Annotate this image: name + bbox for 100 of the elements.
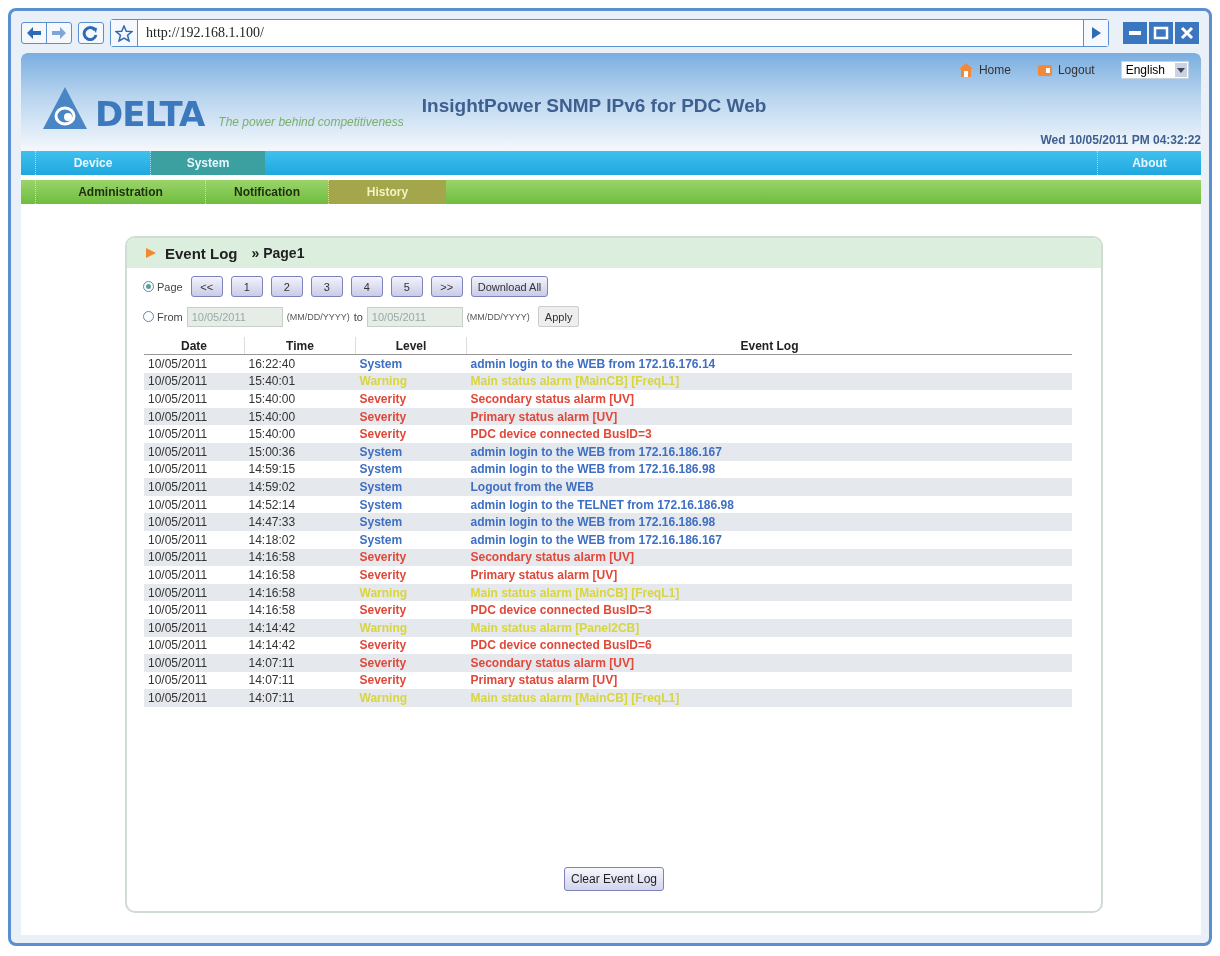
time-cell: 14:07:11: [244, 671, 356, 690]
date-cell: 10/05/2011: [144, 583, 245, 602]
breadcrumb: » Page1: [251, 245, 305, 261]
level-cell: System: [355, 354, 467, 373]
date-cell: 10/05/2011: [144, 566, 245, 584]
event-cell: Secondary status alarm [UV]: [466, 654, 1072, 672]
page-button[interactable]: 4: [350, 276, 383, 297]
date-cell: 10/05/2011: [144, 618, 245, 637]
level-cell: Severity: [355, 390, 467, 408]
star-icon: [115, 24, 133, 42]
event-cell: Secondary status alarm [UV]: [466, 390, 1072, 408]
time-cell: 14:16:58: [244, 548, 356, 567]
page-button[interactable]: 1: [230, 276, 263, 297]
event-cell: Main status alarm [Panel2CB]: [466, 618, 1072, 637]
maximize-button[interactable]: [1149, 22, 1173, 44]
page-button[interactable]: Download All: [470, 276, 549, 297]
time-cell: 14:07:11: [244, 689, 356, 707]
back-arrow-icon: [25, 25, 43, 41]
time-cell: 14:52:14: [244, 495, 356, 514]
date-cell: 10/05/2011: [144, 478, 245, 496]
to-label: to: [353, 310, 363, 323]
time-cell: 14:16:58: [244, 601, 356, 619]
date-cell: 10/05/2011: [144, 601, 245, 619]
subnav-tab[interactable]: Administration: [35, 180, 205, 204]
event-cell: admin login to the WEB from 172.16.186.167: [466, 442, 1072, 461]
format-hint: (MM/DD/YYYY): [466, 311, 530, 322]
date-cell: 10/05/2011: [144, 407, 245, 426]
event-cell: admin login to the WEB from 172.16.186.98: [466, 513, 1072, 531]
event-cell: Secondary status alarm [UV]: [466, 548, 1072, 567]
page-button[interactable]: 2: [270, 276, 303, 297]
address-bar[interactable]: http://192.168.1.100/: [110, 19, 1109, 47]
event-cell: Primary status alarm [UV]: [466, 671, 1072, 690]
header-link[interactable]: Logout: [1036, 62, 1111, 78]
level-cell: Severity: [355, 425, 467, 443]
column-header: Time: [244, 337, 356, 355]
date-cell: 10/05/2011: [144, 671, 245, 690]
event-cell: Main status alarm [MainCB] [FreqL1]: [466, 689, 1072, 707]
clear-event-log-button[interactable]: Clear Event Log: [563, 867, 665, 891]
play-icon: [1090, 26, 1102, 40]
close-icon: [1179, 25, 1195, 41]
event-cell: PDC device connected BusID=6: [466, 636, 1072, 655]
time-cell: 16:22:40: [244, 354, 356, 373]
url-text: http://192.168.1.100/: [145, 25, 265, 41]
level-cell: Warning: [355, 618, 467, 637]
close-button[interactable]: [1175, 22, 1199, 44]
maximize-icon: [1153, 25, 1169, 41]
time-cell: 15:40:00: [244, 407, 356, 426]
page-button[interactable]: 5: [390, 276, 423, 297]
column-header: Level: [355, 337, 467, 355]
level-cell: Warning: [355, 372, 467, 391]
event-cell: Logout from the WEB: [466, 478, 1072, 496]
level-cell: System: [355, 513, 467, 531]
language-select[interactable]: English: [1120, 61, 1189, 79]
date-cell: 10/05/2011: [144, 460, 245, 479]
event-cell: Primary status alarm [UV]: [466, 407, 1072, 426]
date-cell: 10/05/2011: [144, 513, 245, 531]
page-button[interactable]: >>: [430, 276, 463, 297]
time-cell: 15:00:36: [244, 442, 356, 461]
level-cell: Severity: [355, 566, 467, 584]
page-button[interactable]: 3: [310, 276, 343, 297]
house-icon: [957, 62, 974, 78]
time-cell: 15:40:00: [244, 390, 356, 408]
level-cell: System: [355, 460, 467, 479]
level-cell: System: [355, 530, 467, 549]
date-cell: 10/05/2011: [144, 442, 245, 461]
event-cell: admin login to the WEB from 172.16.186.98: [466, 460, 1072, 479]
tagline: The power behind competitiveness: [218, 115, 404, 129]
event-cell: Main status alarm [MainCB] [FreqL1]: [466, 583, 1072, 602]
reload-icon: [82, 25, 100, 41]
header-link[interactable]: Home: [957, 62, 1027, 78]
event-cell: Primary status alarm [UV]: [466, 566, 1072, 584]
level-cell: Warning: [355, 689, 467, 707]
level-cell: Severity: [355, 636, 467, 655]
delta-logo: DELTA: [95, 97, 205, 131]
forward-arrow-icon: [50, 25, 68, 41]
event-cell: PDC device connected BusID=3: [466, 425, 1072, 443]
time-cell: 15:40:00: [244, 425, 356, 443]
level-cell: System: [355, 442, 467, 461]
time-cell: 14:16:58: [244, 566, 356, 584]
time-cell: 14:18:02: [244, 530, 356, 549]
time-cell: 14:47:33: [244, 513, 356, 531]
go-button[interactable]: [1083, 20, 1108, 46]
time-cell: 14:16:58: [244, 583, 356, 602]
date-cell: 10/05/2011: [144, 495, 245, 514]
level-cell: System: [355, 495, 467, 514]
level-cell: Severity: [355, 654, 467, 672]
time-cell: 14:59:02: [244, 478, 356, 496]
date-cell: 10/05/2011: [144, 390, 245, 408]
app-title: InsightPower SNMP IPv6 for PDC Web: [421, 95, 767, 117]
date-cell: 10/05/2011: [144, 372, 245, 391]
dropdown-arrow-icon: [1176, 66, 1186, 74]
apply-button[interactable]: Apply: [537, 306, 580, 327]
page-button[interactable]: <<: [190, 276, 223, 297]
date-cell: 10/05/2011: [144, 654, 245, 672]
delta-triangle-icon: [41, 85, 89, 131]
date-cell: 10/05/2011: [144, 530, 245, 549]
radio-label: Page: [157, 280, 183, 293]
format-hint: (MM/DD/YYYY): [286, 311, 350, 322]
bookmark-button[interactable]: [111, 20, 138, 46]
minimize-button[interactable]: [1123, 22, 1147, 44]
